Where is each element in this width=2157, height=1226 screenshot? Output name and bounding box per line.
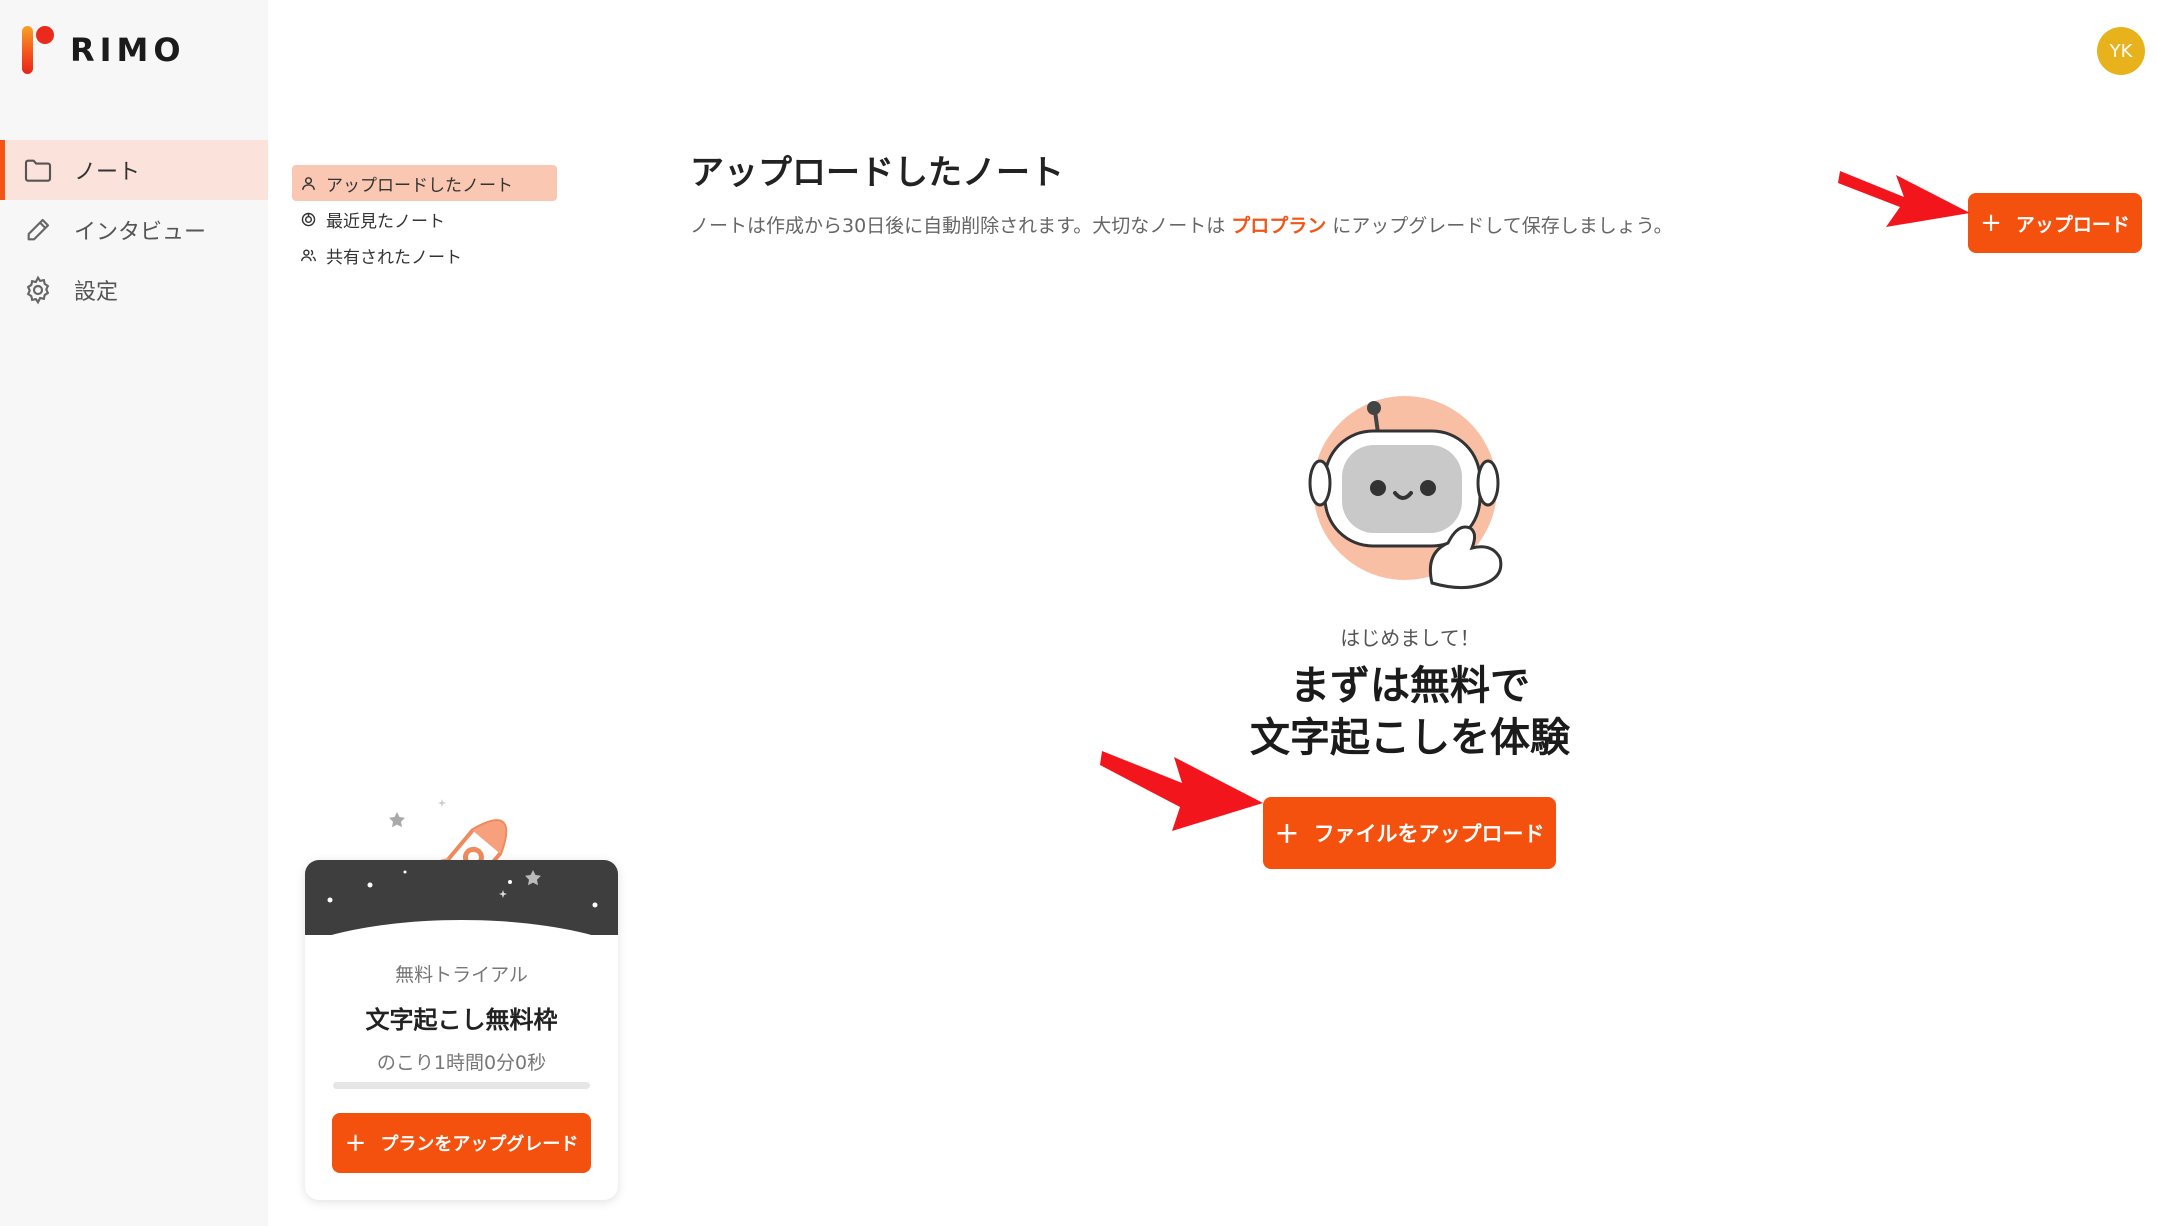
gear-icon <box>26 275 50 305</box>
star-icon <box>389 799 446 828</box>
people-icon <box>301 248 316 261</box>
upload-button-label: アップロード <box>2015 213 2130 236</box>
upload-button[interactable]: + アップロード <box>1968 193 2142 253</box>
logo-text: RIMO <box>70 31 186 69</box>
recent-icon <box>301 212 316 226</box>
page-description: ノートは作成から30日後に自動削除されます。大切なノートは プロプラン にアップグレ… <box>690 211 1673 238</box>
nav-item-interview[interactable]: インタビュー <box>0 200 268 260</box>
page-title: アップロードしたノート <box>690 153 1064 193</box>
headline-line: 文字起こしを体験 <box>1250 715 1570 761</box>
trial-card: 無料トライアル 文字起こし無料枠 のこり1時間0分0秒 + プランをアップグレー… <box>305 860 618 1200</box>
plus-icon: + <box>1274 815 1300 851</box>
upgrade-plan-label: プランをアップグレード <box>380 1134 579 1155</box>
logo[interactable]: RIMO <box>22 26 186 74</box>
empty-state-headline: まずは無料で 文字起こしを体験 <box>1150 660 1670 764</box>
folder-icon <box>24 159 52 182</box>
notes-subnav: アップロードしたノート 最近見たノート 共有されたノート <box>292 165 557 273</box>
plus-icon: + <box>1980 208 2002 238</box>
headline-line: まずは無料で <box>1290 663 1530 709</box>
subnav-item-recent[interactable]: 最近見たノート <box>292 201 557 237</box>
greeting-text: はじめまして！ <box>1340 626 1480 650</box>
sidebar: RIMO ノート インタビュー 設定 <box>0 0 268 1226</box>
subnav-item-label: 共有されたノート <box>326 247 462 268</box>
person-icon <box>302 176 315 190</box>
nav-item-label: インタビュー <box>74 220 207 245</box>
upload-file-button[interactable]: + ファイルをアップロード <box>1263 797 1556 869</box>
trial-label: 無料トライアル <box>395 964 528 986</box>
nav-item-label: ノート <box>74 160 141 185</box>
subnav-item-label: 最近見たノート <box>326 211 445 232</box>
avatar[interactable]: YK <box>2097 27 2145 75</box>
nav-item-settings[interactable]: 設定 <box>0 260 268 320</box>
subnav-item-label: アップロードしたノート <box>326 175 513 196</box>
annotation-arrow-icon <box>1838 171 1970 227</box>
upload-file-label: ファイルをアップロード <box>1313 822 1545 846</box>
logo-mark-icon <box>22 26 56 74</box>
page-description-text: ノートは作成から30日後に自動削除されます。大切なノートは <box>690 215 1226 237</box>
main-nav: ノート インタビュー 設定 <box>0 140 268 320</box>
pen-icon <box>27 218 50 241</box>
subnav-item-shared[interactable]: 共有されたノート <box>292 237 557 273</box>
subnav-item-uploaded[interactable]: アップロードしたノート <box>292 165 557 201</box>
app: RIMO ノート インタビュー 設定 アップロードしたノート 最近見たノート 共… <box>0 0 2157 1226</box>
nav-item-label: 設定 <box>74 280 119 305</box>
page-description-text-end: にアップグレードして保存しましょう。 <box>1332 215 1673 237</box>
trial-remaining-time: のこり1時間0分0秒 <box>376 1052 547 1074</box>
upgrade-plan-button[interactable]: + プランをアップグレード <box>332 1113 591 1173</box>
nav-item-notes[interactable]: ノート <box>0 140 268 200</box>
robot-mascot-illustration <box>1308 396 1503 590</box>
plus-icon: + <box>344 1128 367 1158</box>
trial-progress-bar <box>333 1082 590 1089</box>
pro-plan-link[interactable]: プロプラン <box>1231 215 1326 237</box>
trial-title: 文字起こし無料枠 <box>365 1006 558 1034</box>
